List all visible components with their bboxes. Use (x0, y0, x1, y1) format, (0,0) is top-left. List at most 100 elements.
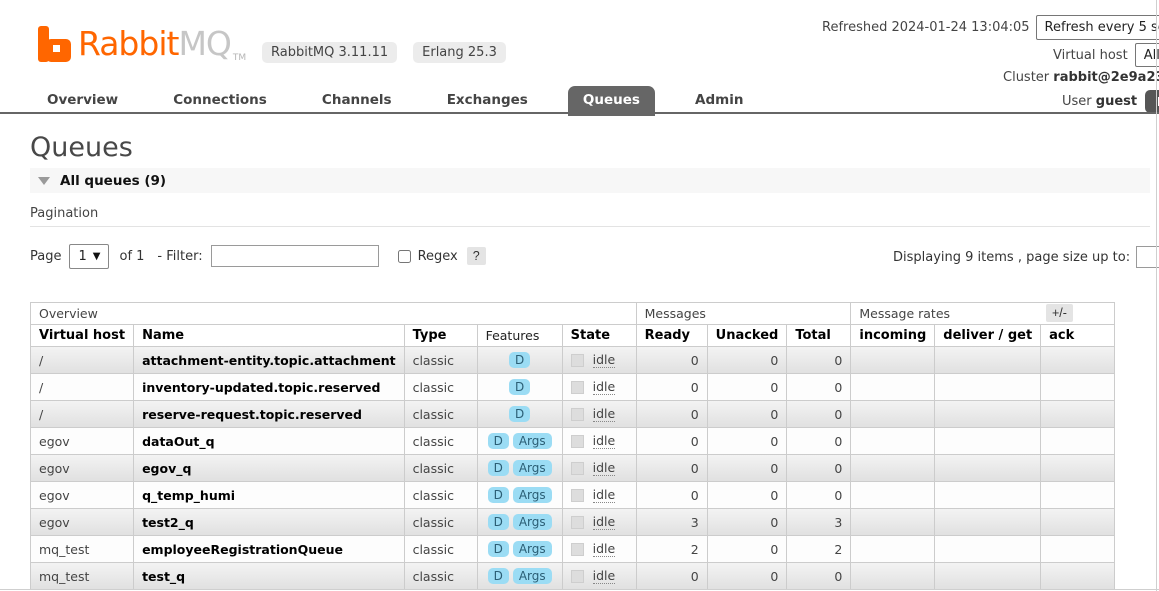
vhost-cell: egov (31, 509, 134, 536)
col-header-type[interactable]: Type (404, 325, 477, 347)
features-cell: D (477, 374, 562, 401)
total-cell: 0 (787, 347, 851, 374)
feature-badge-d: D (488, 460, 509, 476)
deliver-get-rate-cell (935, 347, 1041, 374)
queue-name-link[interactable]: egov_q (134, 455, 405, 482)
ready-cell: 0 (636, 401, 707, 428)
col-header-ready[interactable]: Ready (636, 325, 707, 347)
col-header-ack[interactable]: ack (1041, 325, 1115, 347)
state-cell: idle (562, 563, 636, 590)
queue-name-link[interactable]: dataOut_q (134, 428, 405, 455)
tab-queues[interactable]: Queues (568, 86, 655, 116)
filter-input[interactable] (211, 245, 379, 267)
deliver-get-rate-cell (935, 482, 1041, 509)
queue-row: /reserve-request.topic.reservedclassicDi… (31, 401, 1115, 428)
queue-name-link[interactable]: attachment-entity.topic.attachment (134, 347, 405, 374)
feature-badge-d: D (488, 568, 509, 584)
rabbitmq-version-badge: RabbitMQ 3.11.11 (262, 42, 397, 63)
type-cell: classic (404, 563, 477, 590)
state-cell: idle (562, 455, 636, 482)
group-header-message-rates: Message rates (851, 303, 1115, 325)
deliver-get-rate-cell (935, 563, 1041, 590)
col-header-incoming[interactable]: incoming (851, 325, 935, 347)
feature-badge-d: D (509, 406, 530, 422)
feature-badge-d: D (488, 433, 509, 449)
state-cell: idle (562, 509, 636, 536)
queue-row: egovegov_qclassicDArgsidle000 (31, 455, 1115, 482)
tab-admin[interactable]: Admin (680, 86, 758, 116)
unacked-cell: 0 (707, 536, 787, 563)
state-indicator-icon (571, 570, 584, 583)
state-cell: idle (562, 428, 636, 455)
unacked-cell: 0 (707, 401, 787, 428)
vhost-cell: mq_test (31, 563, 134, 590)
unacked-cell: 0 (707, 455, 787, 482)
ack-rate-cell (1041, 563, 1115, 590)
page-select[interactable]: 1 ▼ (69, 244, 109, 269)
queue-name-link[interactable]: q_temp_humi (134, 482, 405, 509)
regex-help-button[interactable]: ? (467, 247, 486, 265)
unacked-cell: 0 (707, 374, 787, 401)
state-indicator-icon (571, 462, 584, 475)
feature-badge-args: Args (513, 460, 552, 476)
tab-channels[interactable]: Channels (307, 86, 407, 116)
incoming-rate-cell (851, 563, 935, 590)
col-header-name[interactable]: Name (134, 325, 405, 347)
deliver-get-rate-cell (935, 536, 1041, 563)
ack-rate-cell (1041, 455, 1115, 482)
total-cell: 2 (787, 536, 851, 563)
col-header-virtual-host[interactable]: Virtual host (31, 325, 134, 347)
queue-name-link[interactable]: test_q (134, 563, 405, 590)
regex-label: Regex (418, 249, 458, 264)
features-cell: DArgs (477, 509, 562, 536)
features-cell: DArgs (477, 563, 562, 590)
feature-badge-args: Args (513, 568, 552, 584)
queue-row: egovtest2_qclassicDArgsidle303 (31, 509, 1115, 536)
all-queues-section-header[interactable]: All queues (9) (30, 168, 1150, 193)
queue-row: mq_testtest_qclassicDArgsidle000 (31, 563, 1115, 590)
vhost-cell: egov (31, 482, 134, 509)
filter-label: - Filter: (157, 249, 202, 264)
col-header-state[interactable]: State (562, 325, 636, 347)
incoming-rate-cell (851, 428, 935, 455)
incoming-rate-cell (851, 374, 935, 401)
ack-rate-cell (1041, 374, 1115, 401)
state-text: idle (593, 487, 616, 504)
ready-cell: 0 (636, 563, 707, 590)
col-header-total[interactable]: Total (787, 325, 851, 347)
state-cell: idle (562, 374, 636, 401)
refresh-interval-select[interactable]: Refresh every 5 seconds (1036, 15, 1159, 40)
state-text: idle (593, 379, 616, 396)
unacked-cell: 0 (707, 347, 787, 374)
cluster-row: Cluster rabbit@2e9a23b (1003, 70, 1159, 85)
tab-connections[interactable]: Connections (158, 86, 282, 116)
col-header-deliver-get[interactable]: deliver / get (935, 325, 1041, 347)
queue-row: mq_testemployeeRegistrationQueueclassicD… (31, 536, 1115, 563)
queue-name-link[interactable]: test2_q (134, 509, 405, 536)
ready-cell: 0 (636, 455, 707, 482)
total-cell: 0 (787, 428, 851, 455)
vhost-cell: egov (31, 428, 134, 455)
column-toggle-button[interactable]: +/- (1046, 304, 1073, 322)
state-indicator-icon (571, 489, 584, 502)
col-header-unacked[interactable]: Unacked (707, 325, 787, 347)
page-title: Queues (30, 132, 133, 163)
regex-checkbox[interactable] (398, 250, 411, 263)
page-label: Page (30, 249, 61, 264)
incoming-rate-cell (851, 455, 935, 482)
state-indicator-icon (571, 408, 584, 421)
queue-name-link[interactable]: reserve-request.topic.reserved (134, 401, 405, 428)
queues-table-body: /attachment-entity.topic.attachmentclass… (31, 347, 1115, 590)
state-cell: idle (562, 347, 636, 374)
deliver-get-rate-cell (935, 509, 1041, 536)
incoming-rate-cell (851, 401, 935, 428)
queue-name-link[interactable]: employeeRegistrationQueue (134, 536, 405, 563)
rabbitmq-logo[interactable]: Rabbit MQ TM (38, 24, 246, 64)
tab-exchanges[interactable]: Exchanges (432, 86, 543, 116)
ready-cell: 0 (636, 347, 707, 374)
deliver-get-rate-cell (935, 428, 1041, 455)
state-cell: idle (562, 482, 636, 509)
queue-name-link[interactable]: inventory-updated.topic.reserved (134, 374, 405, 401)
tab-overview[interactable]: Overview (32, 86, 133, 116)
incoming-rate-cell (851, 509, 935, 536)
